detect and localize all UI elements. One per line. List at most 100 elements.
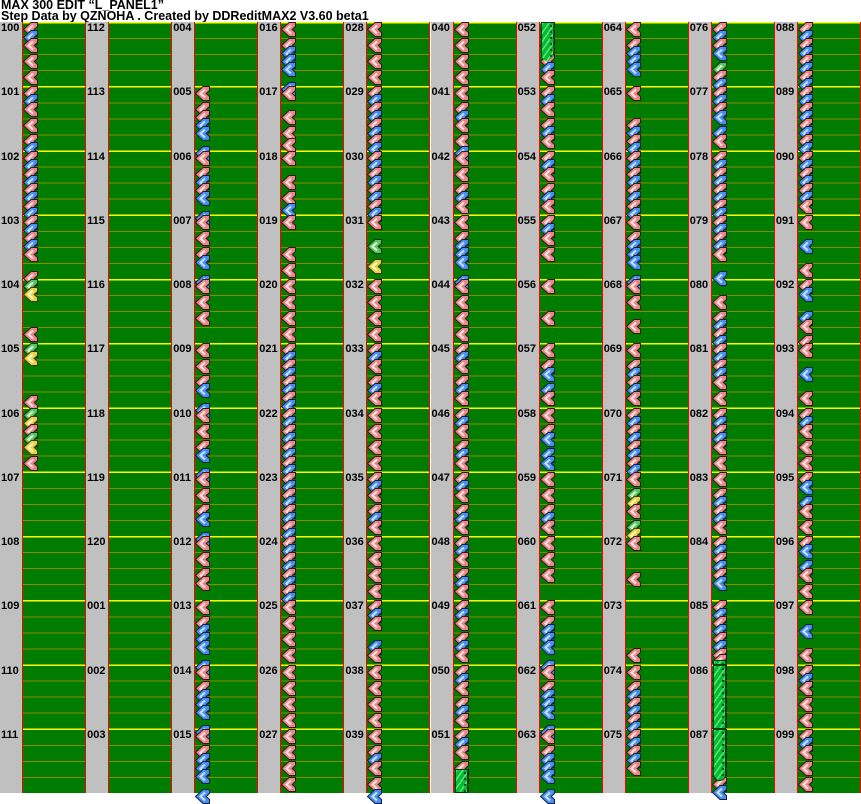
note-left-arrow-pink-4th-note[interactable] — [281, 696, 297, 712]
note-left-arrow-pink-4th-note[interactable] — [367, 455, 383, 471]
note-left-arrow-pink-4th-note[interactable] — [797, 648, 814, 664]
note-left-arrow-blue-8th-note[interactable] — [711, 46, 728, 62]
note-left-arrow-pink-4th-note[interactable] — [539, 664, 556, 680]
note-left-arrow-pink-4th-note[interactable] — [625, 319, 642, 335]
note-left-arrow-pink-4th-note[interactable] — [539, 343, 556, 359]
note-left-arrow-pink-4th-note[interactable] — [453, 680, 470, 696]
note-left-arrow-pink-4th-note[interactable] — [23, 246, 39, 262]
note-left-arrow-pink-4th-note[interactable] — [281, 86, 297, 102]
note-left-arrow-pink-4th-note[interactable] — [625, 572, 642, 588]
note-left-arrow-pink-4th-note[interactable] — [711, 246, 728, 262]
note-left-arrow-pink-4th-note[interactable] — [797, 696, 814, 712]
note-left-arrow-pink-4th-note[interactable] — [195, 230, 211, 246]
note-left-arrow-pink-4th-note[interactable] — [797, 439, 814, 455]
note-left-arrow-pink-4th-note[interactable] — [281, 600, 297, 616]
note-left-arrow-pink-4th-note[interactable] — [797, 776, 814, 792]
note-left-arrow-pink-4th-note[interactable] — [797, 680, 814, 696]
note-left-arrow-pink-4th-note[interactable] — [797, 760, 814, 776]
note-left-arrow-pink-4th-note[interactable] — [195, 311, 211, 327]
note-left-arrow-pink-4th-note[interactable] — [453, 359, 470, 375]
note-left-arrow-pink-4th-note[interactable] — [539, 407, 556, 423]
note-left-arrow-pink-4th-note[interactable] — [195, 536, 211, 551]
note-left-arrow-blue-8th-note[interactable] — [711, 270, 728, 286]
measure-column[interactable] — [710, 22, 775, 800]
note-left-arrow-blue-8th-note[interactable] — [711, 110, 728, 126]
note-left-arrow-pink-4th-note[interactable] — [367, 648, 383, 664]
note-left-arrow-pink-4th-note[interactable] — [797, 712, 814, 728]
note-left-arrow-pink-4th-note[interactable] — [453, 519, 470, 535]
note-left-arrow-pink-4th-note[interactable] — [195, 600, 211, 616]
note-left-arrow-blue-8th-note[interactable] — [797, 479, 814, 495]
note-left-arrow-pink-4th-note[interactable] — [453, 118, 470, 134]
note-left-arrow-blue-8th-note[interactable] — [539, 704, 556, 720]
note-left-arrow-pink-4th-note[interactable] — [797, 214, 814, 230]
note-left-arrow-pink-4th-note[interactable] — [453, 391, 470, 407]
note-left-arrow-pink-4th-note[interactable] — [367, 696, 383, 712]
note-left-arrow-pink-4th-note[interactable] — [367, 54, 383, 70]
note-left-arrow-blue-8th-note[interactable] — [625, 62, 642, 78]
note-left-arrow-pink-4th-note[interactable] — [281, 664, 297, 680]
note-left-arrow-pink-4th-note[interactable] — [367, 680, 383, 696]
note-left-arrow-blue-8th-note[interactable] — [797, 544, 814, 560]
note-left-arrow-blue-8th-note[interactable] — [195, 511, 211, 527]
note-left-arrow-blue-8th-note[interactable] — [453, 254, 470, 270]
note-left-arrow-pink-4th-note[interactable] — [367, 439, 383, 455]
note-left-arrow-pink-4th-note[interactable] — [539, 728, 556, 744]
note-left-arrow-pink-4th-note[interactable] — [539, 198, 556, 214]
note-left-arrow-pink-4th-note[interactable] — [281, 327, 297, 343]
note-left-arrow-pink-4th-note[interactable] — [539, 246, 556, 262]
measure-column[interactable] — [366, 22, 431, 804]
note-left-arrow-pink-4th-note[interactable] — [23, 102, 39, 118]
note-left-arrow-yellow-16th-note[interactable] — [367, 258, 383, 274]
note-left-arrow-pink-4th-note[interactable] — [281, 246, 297, 262]
note-left-arrow-pink-4th-note[interactable] — [195, 86, 211, 102]
note-left-arrow-pink-4th-note[interactable] — [711, 519, 728, 535]
note-left-arrow-pink-4th-note[interactable] — [797, 519, 814, 535]
note-left-arrow-blue-8th-note[interactable] — [195, 704, 211, 720]
note-left-arrow-pink-4th-note[interactable] — [195, 150, 211, 166]
note-left-arrow-pink-4th-note[interactable] — [797, 391, 814, 407]
note-left-arrow-pink-4th-note[interactable] — [23, 455, 39, 471]
note-left-arrow-pink-4th-note[interactable] — [453, 279, 470, 294]
measure-column[interactable] — [796, 22, 861, 793]
note-left-arrow-pink-4th-note[interactable] — [367, 487, 383, 503]
note-left-arrow-pink-4th-note[interactable] — [539, 391, 556, 407]
note-left-arrow-pink-4th-note[interactable] — [539, 279, 556, 294]
note-left-arrow-pink-4th-note[interactable] — [281, 174, 297, 190]
note-left-arrow-pink-4th-note[interactable] — [195, 471, 211, 487]
note-left-arrow-pink-4th-note[interactable] — [453, 552, 470, 568]
note-left-arrow-pink-4th-note[interactable] — [797, 503, 814, 519]
note-left-arrow-pink-4th-note[interactable] — [711, 295, 728, 311]
note-left-arrow-blue-8th-note[interactable] — [797, 624, 814, 640]
note-left-arrow-pink-4th-note[interactable] — [539, 70, 556, 86]
note-left-arrow-pink-4th-note[interactable] — [797, 262, 814, 278]
note-left-arrow-pink-4th-note[interactable] — [23, 118, 39, 134]
note-left-arrow-pink-4th-note[interactable] — [367, 519, 383, 535]
note-left-arrow-pink-4th-note[interactable] — [281, 295, 297, 311]
note-left-arrow-pink-4th-note[interactable] — [453, 166, 470, 182]
note-left-arrow-pink-4th-note[interactable] — [195, 214, 211, 230]
note-left-arrow-pink-4th-note[interactable] — [195, 664, 211, 680]
note-left-arrow-pink-4th-note[interactable] — [23, 327, 39, 343]
note-left-arrow-pink-4th-note[interactable] — [539, 134, 556, 150]
note-left-arrow-pink-4th-note[interactable] — [539, 519, 556, 535]
note-left-arrow-pink-4th-note[interactable] — [797, 319, 814, 335]
note-left-arrow-pink-4th-note[interactable] — [625, 471, 642, 487]
note-left-arrow-pink-4th-note[interactable] — [367, 568, 383, 584]
note-left-arrow-pink-4th-note[interactable] — [195, 407, 211, 423]
note-left-arrow-pink-4th-note[interactable] — [797, 343, 814, 359]
note-left-arrow-blue-8th-note[interactable] — [625, 254, 642, 270]
note-left-arrow-pink-4th-note[interactable] — [625, 295, 642, 311]
note-left-arrow-blue-8th-note[interactable] — [195, 254, 211, 270]
note-left-arrow-pink-4th-note[interactable] — [367, 407, 383, 423]
note-left-arrow-pink-4th-note[interactable] — [625, 214, 642, 230]
note-left-arrow-pink-4th-note[interactable] — [453, 744, 470, 760]
note-left-arrow-pink-4th-note[interactable] — [539, 471, 556, 487]
note-left-arrow-pink-4th-note[interactable] — [367, 536, 383, 551]
note-left-arrow-pink-4th-note[interactable] — [625, 86, 642, 102]
note-left-arrow-pink-4th-note[interactable] — [195, 359, 211, 375]
note-left-arrow-pink-4th-note[interactable] — [797, 600, 814, 616]
note-left-arrow-pink-4th-note[interactable] — [367, 552, 383, 568]
note-left-arrow-pink-4th-note[interactable] — [195, 423, 211, 439]
note-left-arrow-pink-4th-note[interactable] — [367, 616, 383, 632]
